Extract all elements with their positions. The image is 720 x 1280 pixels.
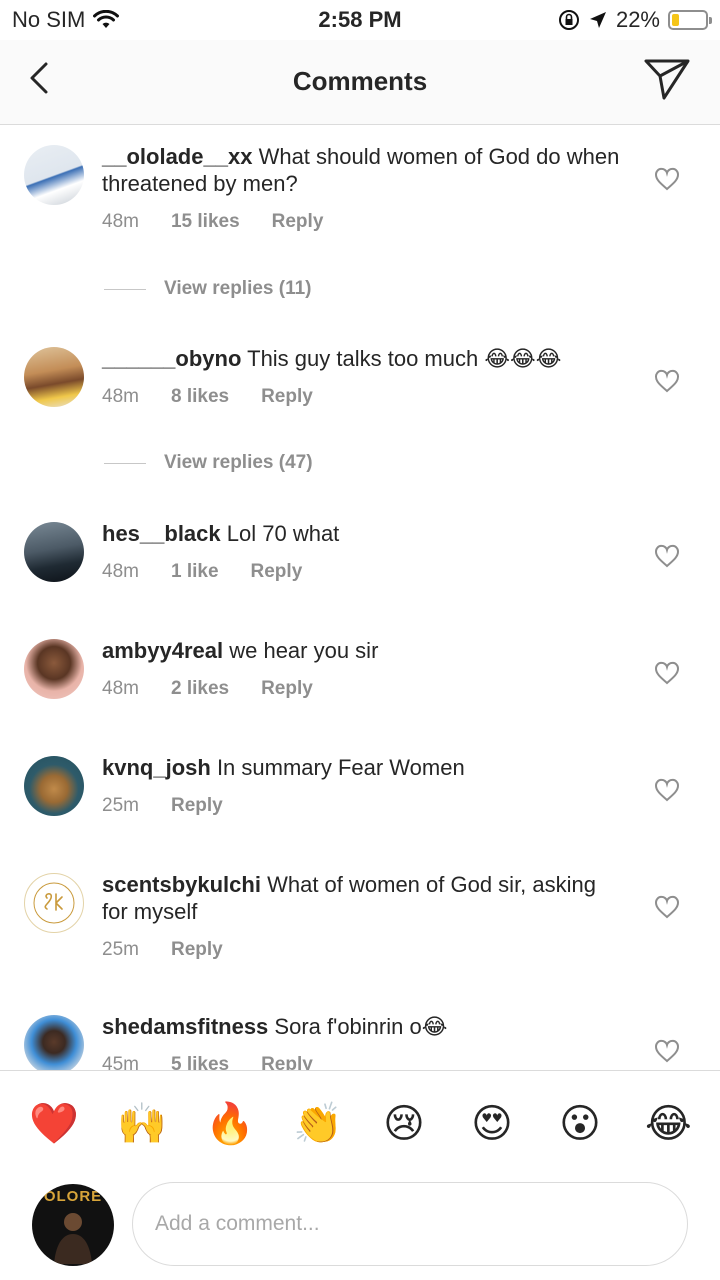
comment-time: 25m bbox=[102, 795, 139, 816]
view-replies-button[interactable]: View replies (11) bbox=[104, 278, 312, 300]
comment-username[interactable]: ambyy4real bbox=[102, 638, 223, 663]
battery-fill bbox=[672, 14, 679, 26]
comment-text: kvnq_josh In summary Fear Women bbox=[102, 754, 622, 781]
reply-button[interactable]: Reply bbox=[261, 386, 313, 408]
comment-message: This guy talks too much 😂😂😂 bbox=[247, 346, 562, 371]
paper-plane-icon bbox=[644, 59, 690, 100]
comments-header: Comments bbox=[0, 40, 720, 125]
orientation-lock-icon bbox=[558, 10, 579, 30]
reply-button[interactable]: Reply bbox=[272, 211, 324, 233]
reaction-heart[interactable]: ❤️ bbox=[29, 1101, 79, 1147]
comment-username[interactable]: kvnq_josh bbox=[102, 755, 211, 780]
reaction-crying[interactable]: 😢 bbox=[381, 1101, 427, 1147]
comment-item: scentsbykulchi What of women of God sir,… bbox=[0, 851, 720, 991]
comment-username[interactable]: ______obyno bbox=[102, 346, 241, 371]
comment-username[interactable]: scentsbykulchi bbox=[102, 872, 261, 897]
comment-meta: 48m 2 likes Reply bbox=[102, 678, 313, 700]
comment-time: 48m bbox=[102, 211, 139, 232]
comment-meta: 48m 15 likes Reply bbox=[102, 211, 323, 233]
view-replies-label: View replies (11) bbox=[164, 278, 312, 299]
comment-text: ______obyno This guy talks too much 😂😂😂 bbox=[102, 345, 622, 372]
status-right: 22% bbox=[558, 7, 712, 33]
comment-meta: 25m Reply bbox=[102, 795, 223, 817]
comment-composer: OLORE bbox=[0, 1178, 720, 1280]
reaction-raising-hands[interactable]: 🙌 bbox=[117, 1101, 167, 1147]
comment-item: hes__black Lol 70 what 48m 1 like Reply bbox=[0, 500, 720, 610]
comment-text: hes__black Lol 70 what bbox=[102, 520, 622, 547]
comment-time: 48m bbox=[102, 561, 139, 582]
reply-button[interactable]: Reply bbox=[171, 795, 223, 817]
comment-meta: 48m 8 likes Reply bbox=[102, 386, 313, 408]
comment-meta: 48m 1 like Reply bbox=[102, 561, 302, 583]
reaction-heart-eyes[interactable]: 😍 bbox=[469, 1101, 515, 1147]
comment-text: scentsbykulchi What of women of God sir,… bbox=[102, 871, 622, 925]
scents-logo-icon bbox=[33, 882, 75, 924]
comment-time: 48m bbox=[102, 678, 139, 699]
reply-button[interactable]: Reply bbox=[261, 1054, 313, 1070]
location-icon bbox=[589, 12, 606, 28]
reply-button[interactable]: Reply bbox=[171, 939, 223, 961]
comment-time: 48m bbox=[102, 386, 139, 407]
comment-time: 25m bbox=[102, 939, 139, 960]
comment-item: __ololade__xx What should women of God d… bbox=[0, 125, 720, 315]
status-bar: No SIM 2:58 PM 22% bbox=[0, 0, 720, 40]
comment-likes[interactable]: 2 likes bbox=[171, 678, 229, 700]
comment-item: ______obyno This guy talks too much 😂😂😂 … bbox=[0, 325, 720, 515]
reply-button[interactable]: Reply bbox=[261, 678, 313, 700]
comment-likes[interactable]: 8 likes bbox=[171, 386, 229, 408]
heart-icon[interactable] bbox=[654, 778, 680, 802]
my-avatar: OLORE bbox=[32, 1184, 114, 1266]
person-silhouette-icon bbox=[54, 1213, 92, 1264]
share-button[interactable] bbox=[642, 56, 692, 102]
comment-message: Sora f'obinrin o😂 bbox=[274, 1014, 448, 1039]
heart-icon[interactable] bbox=[654, 661, 680, 685]
comment-username[interactable]: __ololade__xx bbox=[102, 144, 252, 169]
reply-button[interactable]: Reply bbox=[251, 561, 303, 583]
reaction-surprised[interactable]: 😮 bbox=[557, 1101, 603, 1147]
comment-message: Lol 70 what bbox=[226, 521, 340, 546]
comments-list[interactable]: __ololade__xx What should women of God d… bbox=[0, 125, 720, 1070]
heart-icon[interactable] bbox=[654, 895, 680, 919]
reaction-fire[interactable]: 🔥 bbox=[205, 1101, 255, 1147]
reaction-clapping[interactable]: 👏 bbox=[293, 1101, 343, 1147]
battery-percent: 22% bbox=[615, 7, 660, 32]
comment-item: shedamsfitness Sora f'obinrin o😂 45m 5 l… bbox=[0, 993, 720, 1070]
heart-icon[interactable] bbox=[654, 167, 680, 191]
heart-icon[interactable] bbox=[654, 369, 680, 393]
heart-icon[interactable] bbox=[654, 1039, 680, 1063]
heart-icon[interactable] bbox=[654, 544, 680, 568]
comment-meta: 45m 5 likes Reply bbox=[102, 1054, 313, 1070]
avatar[interactable] bbox=[24, 639, 84, 699]
comment-username[interactable]: shedamsfitness bbox=[102, 1014, 268, 1039]
comment-text: __ololade__xx What should women of God d… bbox=[102, 143, 622, 197]
avatar[interactable] bbox=[24, 756, 84, 816]
comment-item: ambyy4real we hear you sir 48m 2 likes R… bbox=[0, 617, 720, 727]
comment-likes[interactable]: 5 likes bbox=[171, 1054, 229, 1070]
comment-time: 45m bbox=[102, 1054, 139, 1070]
avatar[interactable] bbox=[24, 1015, 84, 1070]
avatar[interactable] bbox=[24, 145, 84, 205]
reaction-laughing[interactable]: 😂 bbox=[645, 1101, 692, 1147]
comment-likes[interactable]: 15 likes bbox=[171, 211, 240, 233]
comment-meta: 25m Reply bbox=[102, 939, 223, 961]
page-title: Comments bbox=[292, 66, 428, 96]
view-replies-button[interactable]: View replies (47) bbox=[104, 452, 313, 474]
avatar[interactable] bbox=[24, 522, 84, 582]
comment-input[interactable] bbox=[132, 1182, 688, 1266]
battery-icon bbox=[668, 10, 712, 30]
comment-likes[interactable]: 1 like bbox=[171, 561, 219, 583]
avatar[interactable] bbox=[24, 873, 84, 933]
comment-text: shedamsfitness Sora f'obinrin o😂 bbox=[102, 1013, 622, 1040]
view-replies-label: View replies (47) bbox=[164, 452, 313, 473]
quick-reactions-bar: ❤️ 🙌 🔥 👏 😢 😍 😮 😂 bbox=[0, 1070, 720, 1179]
comment-message: we hear you sir bbox=[229, 638, 379, 663]
comment-message: In summary Fear Women bbox=[216, 755, 465, 780]
avatar[interactable] bbox=[24, 347, 84, 407]
comment-item: kvnq_josh In summary Fear Women 25m Repl… bbox=[0, 734, 720, 844]
comment-text: ambyy4real we hear you sir bbox=[102, 637, 622, 664]
comment-username[interactable]: hes__black bbox=[102, 521, 221, 546]
